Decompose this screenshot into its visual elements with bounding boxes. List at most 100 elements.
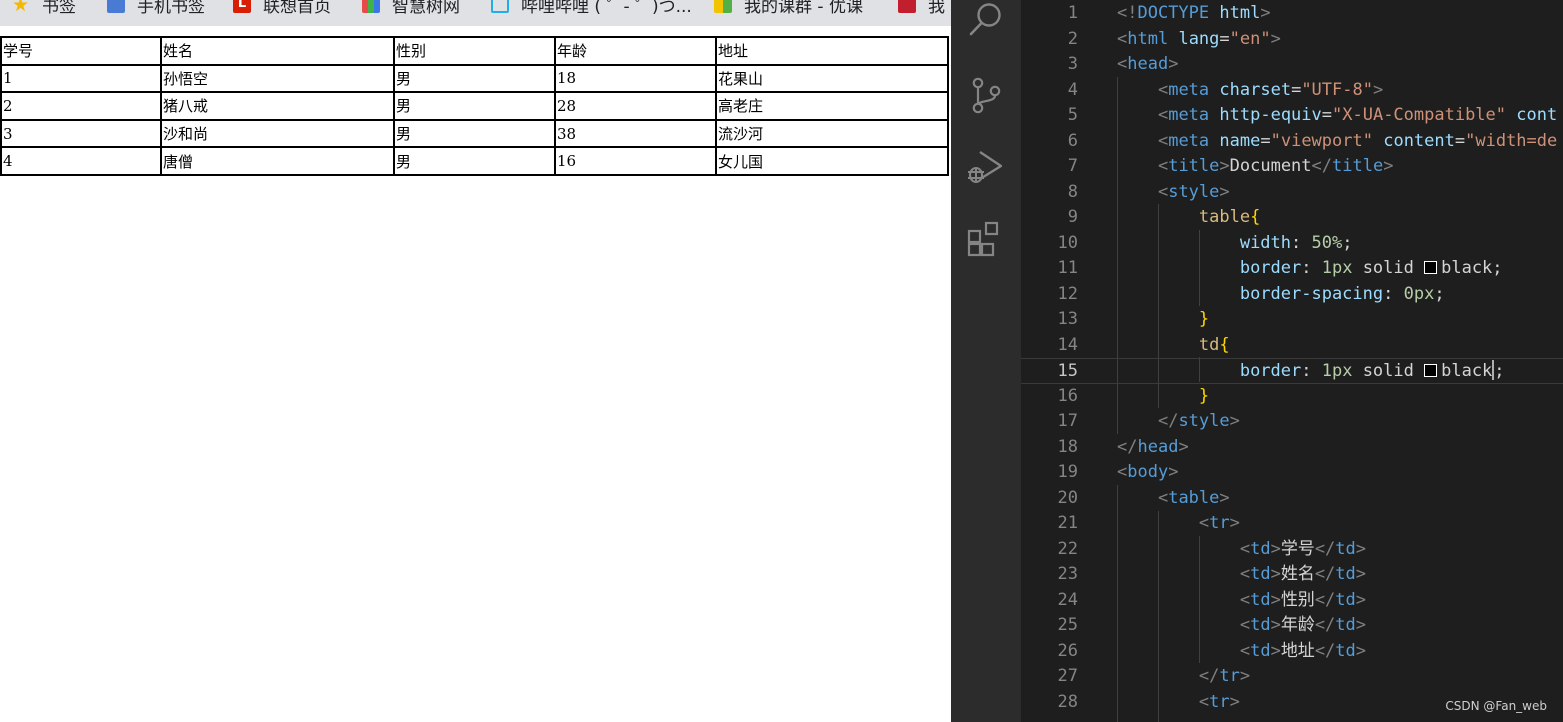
search-icon[interactable] bbox=[965, 0, 1007, 42]
code-line[interactable]: 2 <html lang="en"> bbox=[1021, 27, 1563, 53]
line-number: 15 bbox=[1057, 361, 1078, 381]
code-line[interactable]: 5 <meta http-equiv="X-UA-Compatible" con… bbox=[1021, 103, 1563, 129]
code-line[interactable]: 3 <head> bbox=[1021, 52, 1563, 78]
table-cell: 男 bbox=[394, 147, 555, 175]
table-cell: 2 bbox=[1, 92, 161, 120]
code-text: <td>学号</td> bbox=[1239, 538, 1367, 559]
code-text: <meta charset="UTF-8"> bbox=[1157, 79, 1384, 100]
code-text: <tr> bbox=[1198, 691, 1240, 712]
code-text: } bbox=[1198, 385, 1210, 406]
code-text: border-spacing: 0px; bbox=[1239, 283, 1445, 304]
code-line[interactable]: 22 <td>学号</td> bbox=[1021, 537, 1563, 563]
code-line[interactable]: 10 width: 50%; bbox=[1021, 231, 1563, 257]
bookmark-item[interactable]: 手机书签 bbox=[107, 0, 205, 17]
code-text: <html lang="en"> bbox=[1117, 28, 1281, 49]
code-line[interactable]: 19 <body> bbox=[1021, 460, 1563, 486]
bookmark-item[interactable]: ★ 书签 bbox=[12, 0, 76, 17]
table-cell: 16 bbox=[555, 147, 716, 175]
code-line[interactable]: 11 border: 1px solid black; bbox=[1021, 256, 1563, 282]
bookmark-label: 联想首页 bbox=[263, 0, 331, 17]
code-line[interactable]: 26 <td>地址</td> bbox=[1021, 639, 1563, 665]
code-line[interactable]: 14 td{ bbox=[1021, 333, 1563, 359]
code-text: <body> bbox=[1117, 462, 1179, 482]
code-line-current[interactable]: 15 border: 1px solid black; bbox=[1021, 358, 1563, 384]
bookmark-label: 我 bbox=[928, 0, 945, 17]
table-row: 3 沙和尚男 38 流沙河 bbox=[1, 119, 948, 148]
bookmark-item[interactable]: 我 bbox=[898, 0, 945, 17]
line-number: 3 bbox=[1067, 54, 1078, 74]
table-cell: 唐僧 bbox=[161, 147, 394, 175]
table-row: 2 猪八戒男 28 高老庄 bbox=[1, 92, 948, 120]
code-line[interactable]: 18 </head> bbox=[1021, 435, 1563, 461]
browser-viewport: ★ 书签 手机书签 L 联想首页 智慧树网 哔哩哔哩 ( ゜- ゜)つ... 我… bbox=[0, 0, 951, 722]
line-number: 25 bbox=[1057, 615, 1078, 635]
code-line[interactable]: 23 <td>姓名</td> bbox=[1021, 562, 1563, 588]
line-number: 16 bbox=[1057, 385, 1078, 406]
table-cell: 女儿国 bbox=[716, 147, 948, 175]
code-line[interactable]: 13 } bbox=[1021, 307, 1563, 333]
line-number: 5 bbox=[1067, 105, 1078, 125]
class-icon bbox=[714, 0, 732, 13]
bookmarks-bar: ★ 书签 手机书签 L 联想首页 智慧树网 哔哩哔哩 ( ゜- ゜)つ... 我… bbox=[0, 0, 951, 26]
code-text: width: 50%; bbox=[1239, 232, 1353, 253]
table-cell: 4 bbox=[1, 147, 161, 175]
code-editor[interactable]: 1 <!DOCTYPE html> 2 <html lang="en"> 3 <head>… bbox=[1021, 0, 1563, 722]
code-line[interactable]: 7 <title>Document</title> bbox=[1021, 154, 1563, 180]
line-number: 13 bbox=[1057, 309, 1078, 329]
code-text: <tr> bbox=[1198, 513, 1240, 533]
table-cell: 1 bbox=[1, 64, 161, 93]
line-number: 21 bbox=[1057, 513, 1078, 533]
code-text: <style> bbox=[1157, 181, 1230, 202]
bookmark-label: 智慧树网 bbox=[392, 0, 460, 17]
bookmark-label: 我的课群 - 优课 bbox=[744, 0, 863, 17]
column-header: 年龄 bbox=[555, 37, 716, 65]
bookmark-item[interactable]: 智慧树网 bbox=[362, 0, 460, 17]
code-text: <meta http-equiv="X-UA-Compatible" cont bbox=[1157, 105, 1558, 125]
source-control-icon[interactable] bbox=[965, 74, 1007, 116]
table-cell: 男 bbox=[394, 92, 555, 120]
code-text: <td>地址</td> bbox=[1239, 640, 1367, 661]
line-number: 18 bbox=[1057, 436, 1078, 457]
table-row: 1 孙悟空男 18 花果山 bbox=[1, 64, 948, 93]
code-line[interactable]: 9 table{ bbox=[1021, 205, 1563, 231]
column-header: 学号 bbox=[1, 37, 161, 65]
bilibili-icon bbox=[491, 0, 509, 13]
code-line[interactable]: 27 </tr> bbox=[1021, 664, 1563, 690]
bookmark-label: 哔哩哔哩 ( ゜- ゜)つ... bbox=[521, 0, 692, 17]
line-number: 9 bbox=[1067, 207, 1078, 227]
code-text: border: 1px solid black; bbox=[1239, 360, 1505, 381]
table-cell: 18 bbox=[555, 64, 716, 93]
code-text: } bbox=[1198, 309, 1210, 329]
code-line[interactable]: 8 <style> bbox=[1021, 180, 1563, 206]
line-number: 6 bbox=[1067, 130, 1078, 151]
code-line[interactable]: 21 <tr> bbox=[1021, 511, 1563, 537]
bookmark-item[interactable]: L 联想首页 bbox=[233, 0, 331, 17]
code-line[interactable]: 12 border-spacing: 0px; bbox=[1021, 282, 1563, 308]
code-text: <!DOCTYPE html> bbox=[1117, 3, 1271, 23]
bookmark-item[interactable]: 我的课群 - 优课 bbox=[714, 0, 863, 17]
header-row: 学号 姓名 性别 年龄 地址 bbox=[1, 37, 948, 65]
code-line[interactable]: 25 <td>年龄</td> bbox=[1021, 613, 1563, 639]
table-cell: 38 bbox=[555, 119, 716, 148]
line-number: 23 bbox=[1057, 564, 1078, 584]
student-table: 学号 姓名 性别 年龄 地址 1 孙悟空男 18 花果山 2 猪八戒男 28 高老庄 3 沙和尚男 38 流沙河… bbox=[0, 36, 949, 176]
code-text: table{ bbox=[1198, 207, 1261, 227]
bookmark-item[interactable]: 哔哩哔哩 ( ゜- ゜)つ... bbox=[491, 0, 692, 17]
extensions-icon[interactable] bbox=[965, 219, 1007, 261]
code-text: <meta name="viewport" content="width=de bbox=[1157, 130, 1558, 151]
table-cell: 猪八戒 bbox=[161, 92, 394, 120]
table-cell: 男 bbox=[394, 64, 555, 93]
code-line[interactable]: 20 <table> bbox=[1021, 486, 1563, 512]
line-number: 19 bbox=[1057, 462, 1078, 482]
line-number: 2 bbox=[1067, 28, 1078, 49]
code-line[interactable]: 1 <!DOCTYPE html> bbox=[1021, 1, 1563, 27]
line-number: 27 bbox=[1057, 666, 1078, 686]
watermark: CSDN @Fan_web bbox=[1445, 699, 1547, 713]
code-line[interactable]: 17 </style> bbox=[1021, 409, 1563, 435]
code-line[interactable]: 16 } bbox=[1021, 384, 1563, 410]
run-debug-icon[interactable] bbox=[965, 146, 1007, 188]
code-line[interactable]: 24 <td>性别</td> bbox=[1021, 588, 1563, 614]
code-line[interactable]: 6 <meta name="viewport" content="width=d… bbox=[1021, 129, 1563, 155]
code-text: </head> bbox=[1117, 436, 1189, 457]
code-line[interactable]: 4 <meta charset="UTF-8"> bbox=[1021, 78, 1563, 104]
